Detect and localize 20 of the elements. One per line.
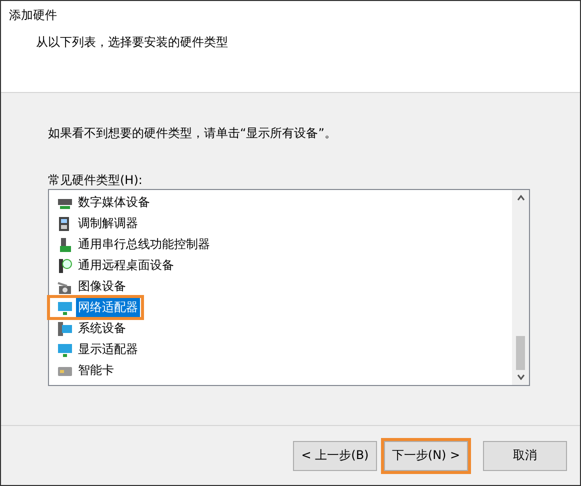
- scroll-up-icon[interactable]: [516, 195, 524, 201]
- list-item[interactable]: 智能卡: [49, 360, 116, 381]
- dialog-title: 添加硬件: [9, 7, 58, 24]
- list-item[interactable]: 通用远程桌面设备: [49, 255, 176, 276]
- list-label: 常见硬件类型(H):: [48, 172, 144, 189]
- wizard-button[interactable]: < 上一步(B): [293, 440, 377, 470]
- scrollbar[interactable]: [512, 190, 529, 385]
- list-item[interactable]: 系统设备: [49, 318, 128, 339]
- list-item[interactable]: 调制解调器: [49, 213, 140, 234]
- list-item[interactable]: 图像设备: [49, 276, 128, 297]
- scroll-thumb[interactable]: [516, 336, 525, 370]
- wizard-button[interactable]: 取消: [483, 440, 567, 470]
- dialog-subtitle: 从以下列表，选择要安装的硬件类型: [36, 34, 229, 51]
- computer-icon: [57, 320, 73, 336]
- list-item[interactable]: 显示适配器: [49, 339, 140, 360]
- plug-icon: [57, 236, 73, 252]
- instruction-text: 如果看不到想要的硬件类型，请单击“显示所有设备”。: [48, 125, 338, 142]
- list-item[interactable]: 数字媒体设备: [49, 192, 152, 213]
- scroll-down-icon[interactable]: [516, 374, 524, 380]
- list-item[interactable]: 通用串行总线功能控制器: [49, 234, 212, 255]
